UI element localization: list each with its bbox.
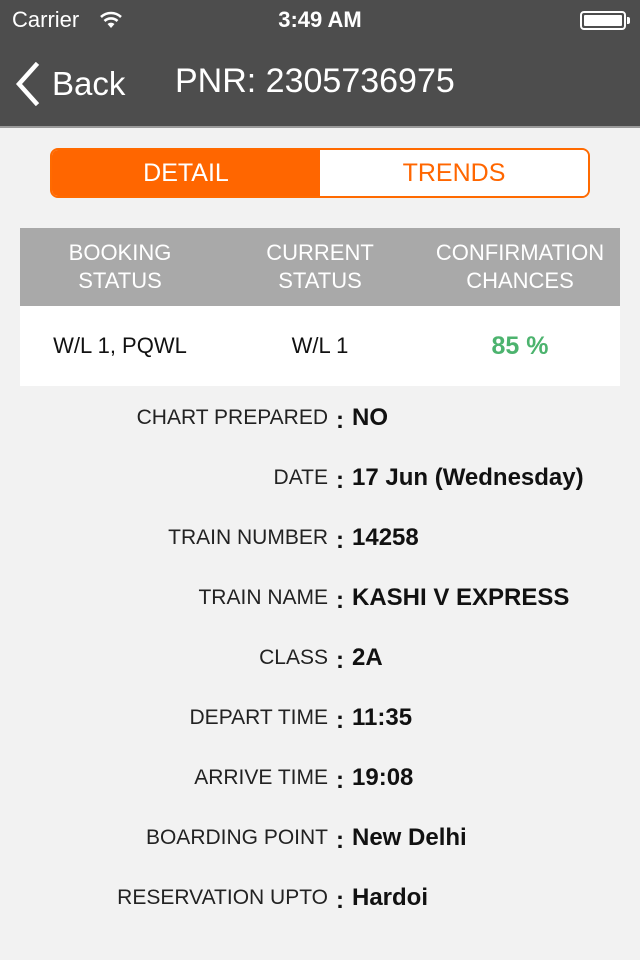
header-line: BOOKING <box>68 240 172 265</box>
back-label: Back <box>52 65 126 102</box>
detail-row-date: DATE : 17 Jun (Wednesday) <box>0 448 640 508</box>
status-table-row: W/L 1, PQWL W/L 1 85 % <box>20 306 620 386</box>
battery-icon <box>580 11 626 30</box>
detail-label: TRAIN NAME <box>198 586 328 609</box>
header-line: CONFIRMATION <box>435 240 605 265</box>
status-time: 3:49 AM <box>278 7 362 32</box>
header-confirmation-chances: CONFIRMATION CHANCES <box>420 228 620 306</box>
header-line: CHANCES <box>466 268 574 293</box>
detail-value: KASHI V EXPRESS <box>352 584 570 611</box>
page-title: PNR: 2305736975 <box>175 62 455 100</box>
tab-switcher: DETAIL TRENDS <box>50 148 590 198</box>
detail-separator: : <box>336 887 344 914</box>
detail-label: ARRIVE TIME <box>194 766 328 789</box>
detail-separator: : <box>336 587 344 614</box>
navigation-bar: Back PNR: 2305736975 <box>0 40 640 128</box>
detail-row-arrive-time: ARRIVE TIME : 19:08 <box>0 748 640 808</box>
detail-value: 2A <box>352 644 383 671</box>
current-status-value: W/L 1 <box>291 333 349 358</box>
header-line: CURRENT <box>266 240 374 265</box>
back-button[interactable]: Back <box>14 60 125 108</box>
detail-value: Hardoi <box>352 884 429 911</box>
journey-details: CHART PREPARED : NO DATE : 17 Jun (Wedne… <box>0 388 640 928</box>
tab-trends[interactable]: TRENDS <box>320 150 588 196</box>
detail-label: CLASS <box>259 646 328 669</box>
top-bar: Carrier 3:49 AM Back PNR: 2305736975 <box>0 0 640 128</box>
detail-label: TRAIN NUMBER <box>168 526 328 549</box>
detail-row-class: CLASS : 2A <box>0 628 640 688</box>
detail-row-boarding-point: BOARDING POINT : New Delhi <box>0 808 640 868</box>
header-booking-status: BOOKING STATUS <box>20 228 220 306</box>
detail-separator: : <box>336 767 344 794</box>
detail-value: 11:35 <box>352 704 413 731</box>
status-table-header: BOOKING STATUS CURRENT STATUS CONFIRMATION… <box>20 228 620 306</box>
detail-label: DATE <box>273 466 328 489</box>
detail-separator: : <box>336 707 344 734</box>
detail-row-depart-time: DEPART TIME : 11:35 <box>0 688 640 748</box>
detail-value: NO <box>352 404 388 431</box>
detail-separator: : <box>336 467 344 494</box>
header-current-status: CURRENT STATUS <box>220 228 420 306</box>
detail-label: CHART PREPARED <box>136 406 328 429</box>
tab-detail[interactable]: DETAIL <box>52 150 320 196</box>
status-table: BOOKING STATUS CURRENT STATUS CONFIRMATION… <box>20 228 620 386</box>
battery-tip <box>627 17 630 24</box>
detail-label: RESERVATION UPTO <box>117 886 328 909</box>
detail-separator: : <box>336 827 344 854</box>
detail-value: 19:08 <box>352 764 414 791</box>
detail-row-chart-prepared: CHART PREPARED : NO <box>0 388 640 448</box>
header-line: STATUS <box>278 268 362 293</box>
detail-value: 14258 <box>352 524 419 551</box>
detail-label: BOARDING POINT <box>145 826 328 849</box>
detail-separator: : <box>336 407 344 434</box>
detail-separator: : <box>336 527 344 554</box>
detail-label: DEPART TIME <box>189 706 328 729</box>
status-bar: Carrier 3:49 AM <box>0 0 640 40</box>
detail-row-reservation-upto: RESERVATION UPTO : Hardoi <box>0 868 640 928</box>
detail-value: 17 Jun (Wednesday) <box>352 464 584 491</box>
booking-status-value: W/L 1, PQWL <box>53 333 187 358</box>
chevron-left-icon <box>15 62 40 106</box>
confirmation-chance-value: 85 % <box>491 331 549 360</box>
detail-separator: : <box>336 647 344 674</box>
detail-value: New Delhi <box>352 824 467 851</box>
header-line: STATUS <box>78 268 162 293</box>
detail-row-train-name: TRAIN NAME : KASHI V EXPRESS <box>0 568 640 628</box>
detail-row-train-number: TRAIN NUMBER : 14258 <box>0 508 640 568</box>
